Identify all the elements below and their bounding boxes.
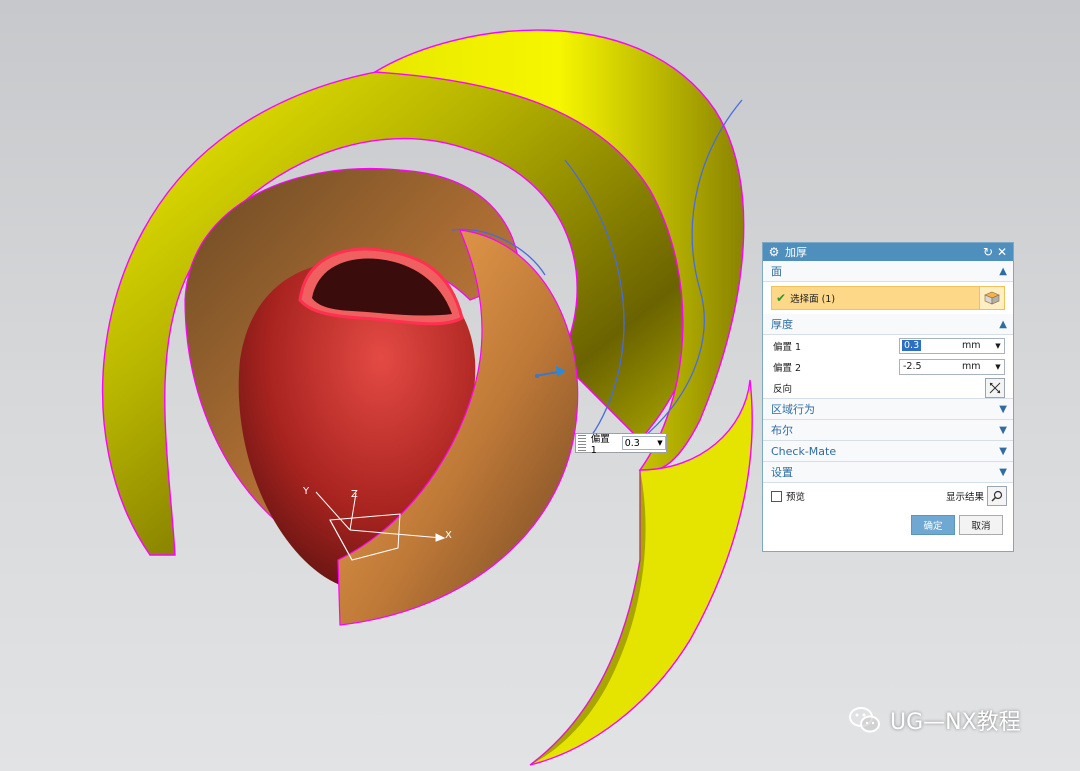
offset1-value[interactable]: 0.3 <box>902 340 922 351</box>
chevron-up-icon[interactable]: ▲ <box>999 319 1007 330</box>
close-icon[interactable]: ✕ <box>995 244 1009 260</box>
section-thickness-header[interactable]: 厚度 ▲ <box>763 314 1013 335</box>
reverse-arrows-icon <box>989 382 1001 393</box>
chevron-down-icon[interactable]: ▼ <box>999 404 1007 415</box>
chevron-down-icon[interactable]: ▼ <box>992 342 1004 350</box>
section-region-header[interactable]: 区域行为 ▼ <box>763 398 1013 420</box>
reverse-direction-button[interactable] <box>985 377 1005 398</box>
offset1-onscreen-value[interactable]: 0.3 <box>623 438 655 449</box>
magnifier-icon <box>991 490 1003 502</box>
section-boolean-header[interactable]: 布尔 ▼ <box>763 420 1013 441</box>
section-settings-header[interactable]: 设置 ▼ <box>763 462 1013 483</box>
axis-label-z: Z <box>351 489 358 500</box>
drag-handle-icon[interactable] <box>578 435 586 451</box>
select-face-row[interactable]: ✔ 选择面 (1) <box>771 286 1005 310</box>
section-face-label: 面 <box>771 265 782 278</box>
offset1-label: 偏置 1 <box>773 341 802 353</box>
watermark: UG—NX教程 <box>848 704 1021 736</box>
gear-icon[interactable]: ⚙ <box>767 244 781 260</box>
wechat-icon <box>849 707 880 733</box>
reverse-row: 反向 <box>763 377 1013 398</box>
preview-row: 预览 显示结果 <box>763 483 1013 509</box>
axis-label-x: X <box>445 530 452 541</box>
section-checkmate-header[interactable]: Check-Mate ▼ <box>763 441 1013 462</box>
reverse-label: 反向 <box>773 383 793 395</box>
chevron-down-icon[interactable]: ▼ <box>655 439 665 447</box>
axis-label-y: Y <box>302 486 310 497</box>
section-boolean-label: 布尔 <box>771 424 793 437</box>
offset1-onscreen-input[interactable]: 偏置 1 0.3 ▼ <box>575 433 667 456</box>
preview-checkbox[interactable] <box>771 490 782 502</box>
dialog-title: 加厚 <box>785 246 807 259</box>
offset1-input[interactable]: 0.3 mm ▼ <box>899 337 1005 354</box>
section-checkmate-label: Check-Mate <box>771 444 837 458</box>
chevron-down-icon[interactable]: ▼ <box>992 363 1004 371</box>
thicken-dialog: ⚙ 加厚 ↻ ✕ 面 ▲ ✔ 选择面 (1) 厚度 ▲ 偏置 1 0.3 mm … <box>762 242 1014 552</box>
reset-icon[interactable]: ↻ <box>981 244 995 260</box>
offset2-value[interactable]: -2.5 <box>900 361 962 372</box>
preview-label: 预览 <box>786 492 806 503</box>
dialog-buttons: 确定 取消 <box>763 509 1013 535</box>
offset1-onscreen-label: 偏置 1 <box>590 433 610 456</box>
chevron-down-icon[interactable]: ▼ <box>999 446 1007 457</box>
offset2-unit: mm <box>962 361 981 372</box>
ok-button[interactable]: 确定 <box>911 515 955 535</box>
offset2-label: 偏置 2 <box>773 362 802 374</box>
chevron-down-icon[interactable]: ▼ <box>999 425 1007 436</box>
show-result-button[interactable] <box>987 486 1007 506</box>
section-thickness-label: 厚度 <box>771 318 793 331</box>
checkmark-icon: ✔ <box>776 291 787 305</box>
select-face-label: 选择面 (1) <box>790 294 836 305</box>
face-select-cube-icon[interactable] <box>979 287 1004 309</box>
watermark-text: UG—NX教程 <box>890 710 1021 735</box>
chevron-down-icon[interactable]: ▼ <box>999 467 1007 478</box>
show-result-label: 显示结果 <box>945 492 984 503</box>
dialog-title-bar[interactable]: ⚙ 加厚 ↻ ✕ <box>763 243 1013 261</box>
offset1-row: 偏置 1 0.3 mm ▼ <box>763 335 1013 356</box>
section-settings-label: 设置 <box>771 466 793 479</box>
cancel-button[interactable]: 取消 <box>959 515 1003 535</box>
offset2-input[interactable]: -2.5 mm ▼ <box>899 358 1005 375</box>
offset2-row: 偏置 2 -2.5 mm ▼ <box>763 356 1013 377</box>
section-region-label: 区域行为 <box>771 403 815 416</box>
chevron-up-icon[interactable]: ▲ <box>999 266 1007 277</box>
section-face-header[interactable]: 面 ▲ <box>763 261 1013 282</box>
offset1-onscreen-field[interactable]: 0.3 ▼ <box>621 436 666 450</box>
offset1-unit: mm <box>962 340 981 351</box>
